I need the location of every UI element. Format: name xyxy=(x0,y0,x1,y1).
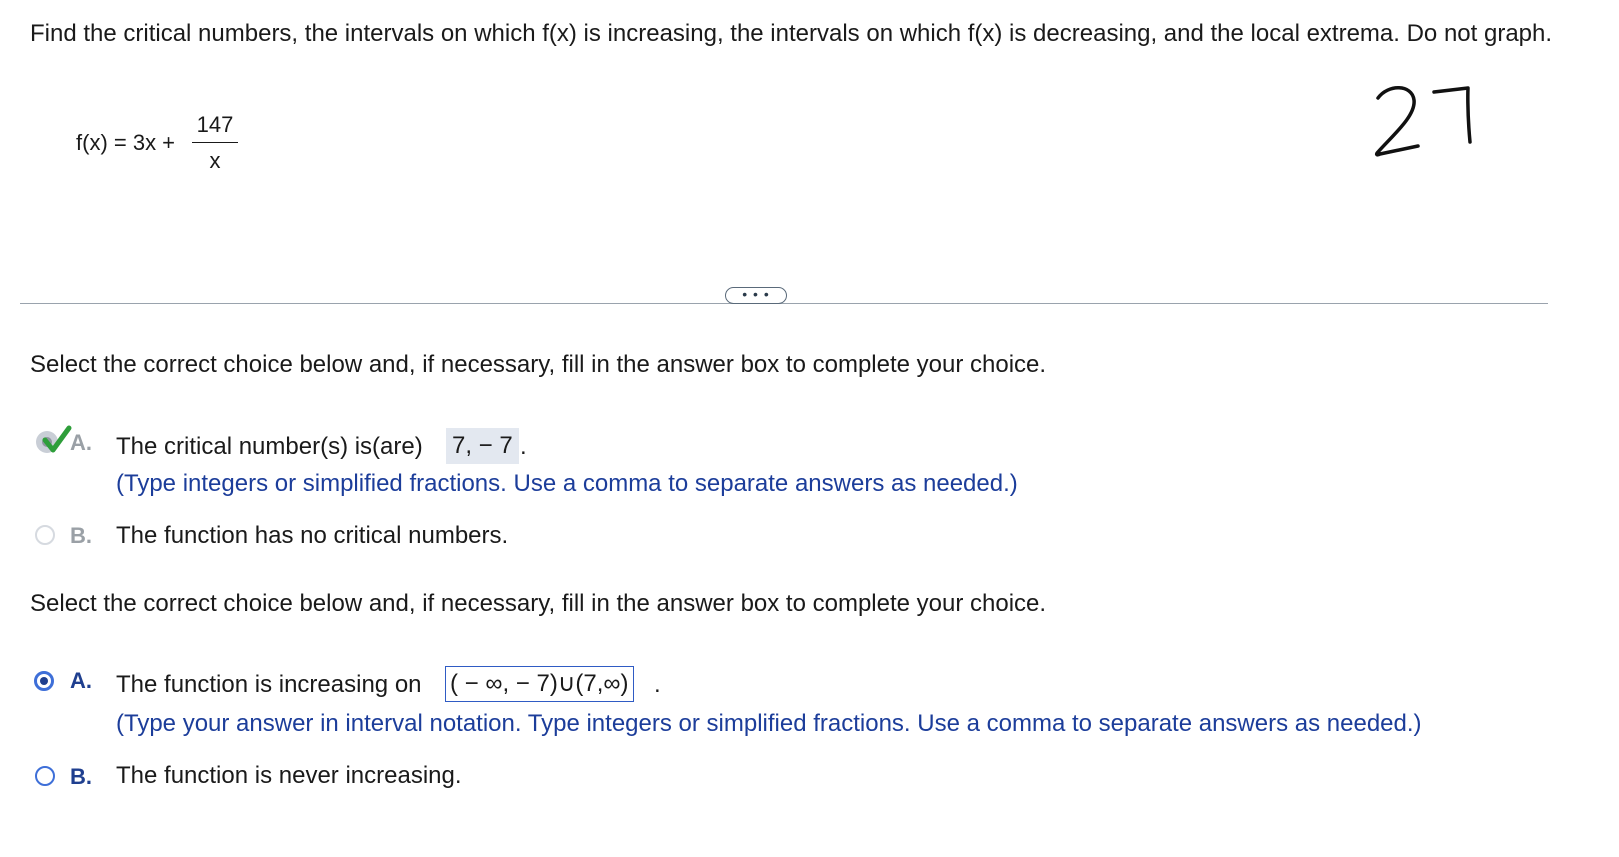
increasing-interval-answer[interactable]: ( − ∞, − 7)∪(7,∞) xyxy=(445,666,634,702)
show-more-button[interactable]: • • • xyxy=(725,287,787,304)
section-divider xyxy=(20,303,1548,304)
part2-choice-a-letter: A. xyxy=(70,668,92,693)
fraction-bar xyxy=(192,142,238,143)
part2-choice-b-radio[interactable] xyxy=(35,766,55,786)
part1-choice-a-period: . xyxy=(520,433,527,460)
part1-choice-b-text: The function has no critical numbers. xyxy=(116,522,509,549)
part2-instruction: Select the correct choice below and, if … xyxy=(30,590,1047,617)
part1-instruction: Select the correct choice below and, if … xyxy=(30,351,1047,378)
function-lhs: f(x) = 3x + xyxy=(76,130,176,155)
problem-prompt: Find the critical numbers, the intervals… xyxy=(30,20,1553,47)
part1-choice-b-radio[interactable] xyxy=(35,525,55,545)
part2-choice-b-text: The function is never increasing. xyxy=(116,762,462,789)
part1-choice-b-letter: B. xyxy=(70,523,92,548)
part1-choice-a-radio[interactable] xyxy=(33,424,73,458)
part1-choice-a-letter: A. xyxy=(70,430,92,455)
part2-choice-a-period: . xyxy=(654,671,661,698)
fraction-denominator: x xyxy=(209,148,221,173)
handwritten-note xyxy=(1368,80,1488,165)
part1-choice-a-text: The critical number(s) is(are) xyxy=(116,433,423,460)
part2-choice-a-hint: (Type your answer in interval notation. … xyxy=(116,710,1422,737)
critical-numbers-answer[interactable]: 7, − 7 xyxy=(446,428,519,464)
part2-choice-b-letter: B. xyxy=(70,764,92,789)
correct-check-icon xyxy=(36,425,72,453)
fraction-numerator: 147 xyxy=(196,112,234,137)
part1-choice-a-hint: (Type integers or simplified fractions. … xyxy=(116,470,1018,497)
part2-choice-a-text: The function is increasing on xyxy=(116,671,422,698)
part2-choice-a-radio[interactable] xyxy=(34,671,54,691)
fraction: 147 x xyxy=(192,112,238,174)
